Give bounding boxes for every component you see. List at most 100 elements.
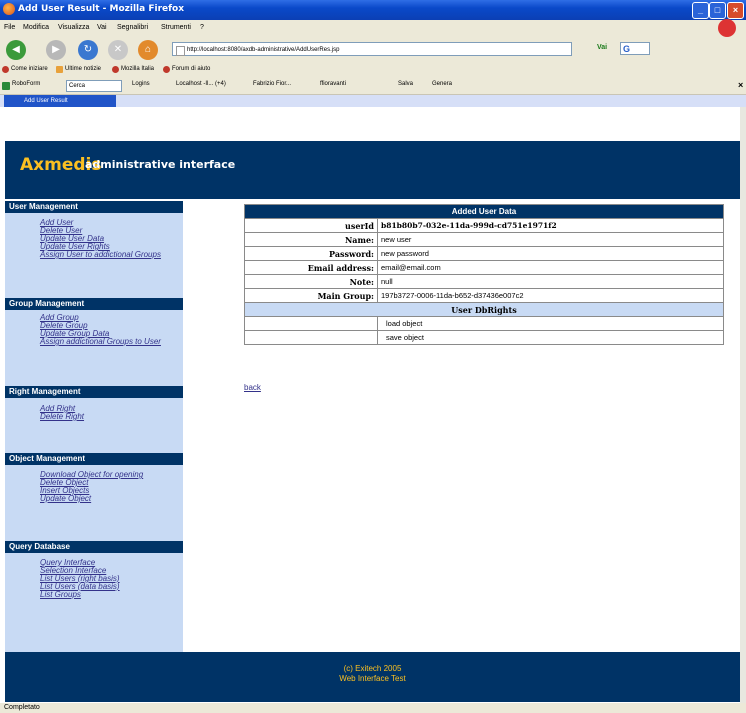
sidebar-section-user-management: User Management	[5, 201, 183, 213]
minimize-button[interactable]: _	[692, 2, 709, 19]
brand-subtitle: administrative interface	[85, 158, 236, 171]
throbber-icon	[718, 19, 736, 37]
stop-button[interactable]: ✕	[108, 40, 128, 60]
page-content: Axmedis administrative interface User Ma…	[0, 107, 740, 703]
table-row: Email address: email@email.com	[244, 260, 724, 275]
sidebar-section-right-management: Right Management	[5, 386, 183, 398]
sidebar-links-group: Add Group Delete Group Update Group Data…	[40, 314, 161, 346]
sidebar-links-object: Download Object for opening Delete Objec…	[40, 471, 143, 503]
reload-button[interactable]: ↻	[78, 40, 98, 60]
address-url: http://localhost:8080/axdb-administrativ…	[187, 47, 340, 53]
menu-visualizza[interactable]: Visualizza	[58, 24, 89, 31]
row-value: email@email.com	[377, 260, 724, 275]
address-bar[interactable]: http://localhost:8080/axdb-administrativ…	[172, 42, 572, 56]
tab-add-user-result[interactable]: Add User Result	[4, 95, 116, 107]
menu-bar: File Modifica Visualizza Vai Segnalibri …	[0, 19, 746, 37]
row-value: null	[377, 274, 724, 289]
logins-menu[interactable]: Logins	[132, 81, 150, 87]
bookmark-forum-di-aiuto[interactable]: Forum di aiuto	[172, 66, 210, 72]
vertical-scrollbar[interactable]	[740, 107, 746, 703]
roboform-toolbar: RoboForm Cerca Logins Localhost -Il... (…	[0, 78, 746, 95]
menu-vai[interactable]: Vai	[97, 24, 107, 31]
back-link[interactable]: back	[244, 383, 261, 392]
maximize-button[interactable]: □	[709, 2, 726, 19]
link-assign-groups-user[interactable]: Assign addictional Groups to User	[40, 338, 161, 346]
window-titlebar: Add User Result - Mozilla Firefox _ □ ×	[0, 0, 746, 20]
link-list-groups[interactable]: List Groups	[40, 591, 120, 599]
sidebar: User Management Add User Delete User Upd…	[5, 201, 183, 671]
page-icon	[176, 46, 185, 56]
salva-button[interactable]: Salva	[398, 81, 413, 87]
sidebar-links-user: Add User Delete User Update User Data Up…	[40, 219, 161, 259]
row-label: Email address:	[244, 260, 378, 275]
footer-copyright: (c) Exitech 2005	[343, 664, 402, 673]
close-toolbar-icon[interactable]: ×	[738, 80, 743, 90]
home-button[interactable]: ⌂	[138, 40, 158, 60]
roboform-menu[interactable]: RoboForm	[12, 81, 40, 87]
tab-bar: Add User Result	[0, 95, 746, 107]
bookmark-come-iniziare[interactable]: Come iniziare	[11, 66, 48, 72]
status-bar: Completato	[0, 703, 746, 713]
row-value: 197b3727-0006-11da-b652-d37436e007c2	[377, 288, 724, 303]
bookmark-icon	[2, 66, 9, 73]
roboform-search-input[interactable]: Cerca	[66, 80, 122, 92]
menu-strumenti[interactable]: Strumenti	[161, 24, 191, 31]
row-label: userId	[244, 218, 378, 233]
menu-modifica[interactable]: Modifica	[23, 24, 49, 31]
firefox-icon	[3, 3, 15, 15]
menu-file[interactable]: File	[4, 24, 15, 31]
row-label: Name:	[244, 232, 378, 247]
localhost-identity[interactable]: Localhost -Il... (+4)	[176, 81, 226, 87]
bookmark-mozilla-italia[interactable]: Mozilla Italia	[121, 66, 154, 72]
page-header: Axmedis administrative interface	[5, 141, 740, 199]
page-footer: (c) Exitech 2005 Web Interface Test	[5, 652, 740, 702]
row-label: Password:	[244, 246, 378, 261]
added-user-table: Added User Data userId b81b80b7-032e-11d…	[244, 204, 724, 345]
link-delete-right[interactable]: Delete Right	[40, 413, 84, 421]
roboform-icon	[2, 82, 10, 90]
row-label: Main Group:	[244, 288, 378, 303]
sidebar-section-object-management: Object Management	[5, 453, 183, 465]
footer-subtitle: Web Interface Test	[339, 674, 406, 683]
table-row: Note: null	[244, 274, 724, 289]
go-button[interactable]: Vai	[597, 44, 607, 51]
row-value: new password	[377, 246, 724, 261]
fabrizio-identity[interactable]: Fabrizio Fior...	[253, 81, 291, 87]
genera-button[interactable]: Genera	[432, 81, 452, 87]
window-title: Add User Result - Mozilla Firefox	[18, 4, 185, 14]
rights-title: User DbRights	[244, 302, 724, 317]
table-row: Password: new password	[244, 246, 724, 261]
rss-icon	[56, 66, 63, 73]
row-label: Note:	[244, 274, 378, 289]
fioravanti-identity[interactable]: ffioravanti	[320, 81, 346, 87]
bookmark-ultime-notizie[interactable]: Ultime notizie	[65, 66, 101, 72]
table-row: Main Group: 197b3727-0006-11da-b652-d374…	[244, 288, 724, 303]
rights-empty-cell	[244, 316, 378, 331]
sidebar-section-group-management: Group Management	[5, 298, 183, 310]
sidebar-links-query: Query Interface Selection Interface List…	[40, 559, 120, 599]
menu-help[interactable]: ?	[200, 24, 204, 31]
menu-segnalibri[interactable]: Segnalibri	[117, 24, 148, 31]
row-value: b81b80b7-032e-11da-999d-cd751e1971f2	[377, 218, 724, 233]
back-nav-button[interactable]: ◀	[6, 40, 26, 60]
link-assign-user-groups[interactable]: Assign User to addictional Groups	[40, 251, 161, 259]
right-value: save object	[377, 330, 724, 345]
close-button[interactable]: ×	[727, 2, 744, 19]
rights-empty-cell	[244, 330, 378, 345]
rights-row: load object	[244, 316, 724, 331]
forward-nav-button[interactable]: ▶	[46, 40, 66, 60]
bookmark-icon	[112, 66, 119, 73]
table-row: Name: new user	[244, 232, 724, 247]
table-title: Added User Data	[244, 204, 724, 219]
rights-row: save object	[244, 330, 724, 345]
sidebar-links-right: Add Right Delete Right	[40, 405, 84, 421]
sidebar-section-query-database: Query Database	[5, 541, 183, 553]
row-value: new user	[377, 232, 724, 247]
google-search-icon[interactable]: G	[620, 42, 650, 55]
bookmarks-toolbar: Come iniziare Ultime notizie Mozilla Ita…	[0, 63, 746, 78]
bookmark-icon	[163, 66, 170, 73]
navigation-toolbar: ◀ ▶ ↻ ✕ ⌂ http://localhost:8080/axdb-adm…	[0, 37, 746, 64]
table-row: userId b81b80b7-032e-11da-999d-cd751e197…	[244, 218, 724, 233]
link-update-object[interactable]: Update Object	[40, 495, 143, 503]
right-value: load object	[377, 316, 724, 331]
